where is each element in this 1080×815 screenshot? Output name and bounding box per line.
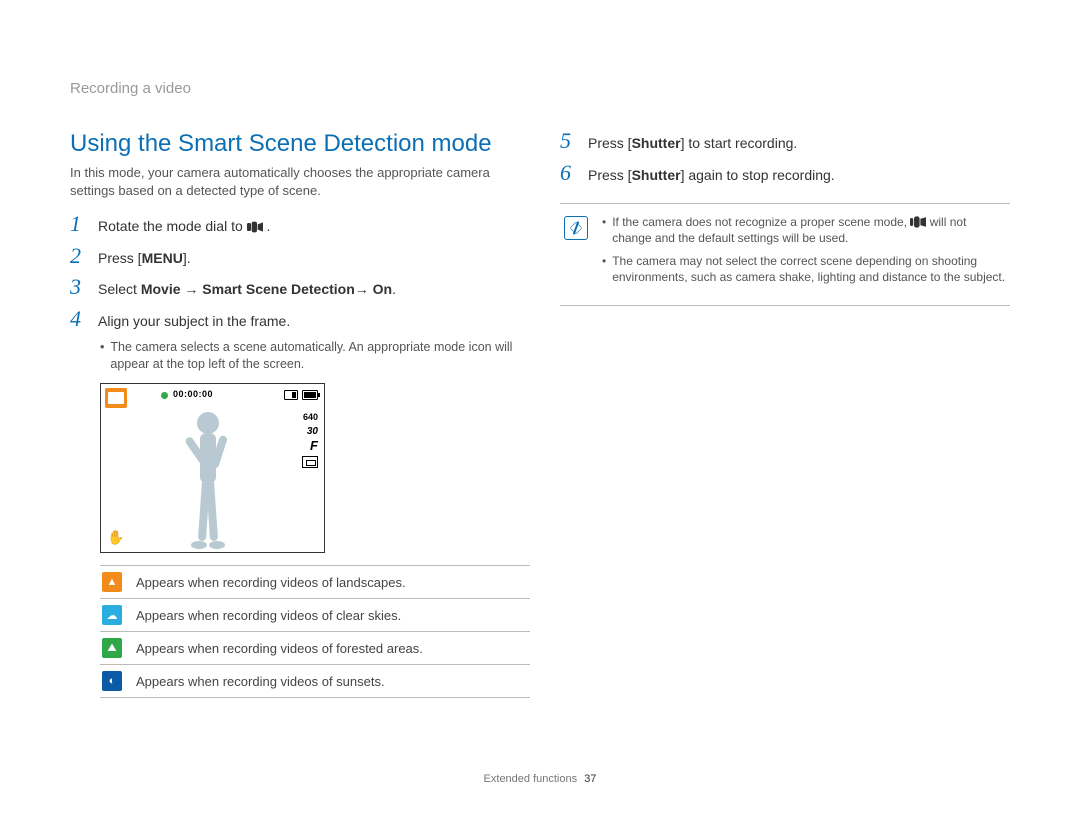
arrow-icon: → [355, 281, 373, 297]
landscape-scene-icon: ▲ [102, 572, 122, 592]
fps-label: 30 [307, 426, 318, 437]
page-footer: Extended functions 37 [0, 773, 1080, 785]
step-number: 3 [70, 276, 88, 298]
intro-paragraph: In this mode, your camera automatically … [70, 164, 520, 199]
menu-path-on: On [373, 281, 392, 297]
step-3-prefix: Select [98, 281, 141, 297]
battery-icon [302, 390, 318, 400]
step-text: Rotate the mode dial to . [98, 213, 270, 237]
step-text: Select Movie → Smart Scene Detection→ On… [98, 276, 396, 300]
note-item: If the camera does not recognize a prope… [602, 214, 1006, 246]
shutter-label: Shutter [632, 135, 681, 151]
note-icon-wrap [564, 214, 588, 291]
note-item: The camera may not select the correct sc… [602, 253, 1006, 285]
step-number: 4 [70, 308, 88, 330]
icon-glyph: ▲ [107, 576, 118, 588]
step-text: Align your subject in the frame. [98, 308, 290, 332]
scene-icon-table: ▲ Appears when recording videos of lands… [100, 565, 530, 698]
step-4-note-text: The camera selects a scene automatically… [110, 339, 520, 373]
menu-path-ssd: Smart Scene Detection [202, 281, 355, 297]
step-number: 2 [70, 245, 88, 267]
step-3-suffix: . [392, 281, 396, 297]
anti-shake-icon: ✋ [107, 529, 124, 546]
note-1-pre: If the camera does not recognize a prope… [612, 215, 910, 229]
step-1-post: . [267, 218, 271, 234]
step-5-pre: Press [ [588, 135, 632, 151]
info-note-box: If the camera does not recognize a prope… [560, 203, 1010, 306]
step-number: 5 [560, 130, 578, 152]
step-text: Press [Shutter] again to stop recording. [588, 162, 835, 186]
sunset-scene-icon: ◐ [102, 671, 122, 691]
step-2-pre: Press [ [98, 250, 142, 266]
f-label: F [310, 438, 318, 453]
shutter-label: Shutter [632, 167, 681, 183]
note-list: If the camera does not recognize a prope… [602, 214, 1006, 291]
step-5: 5 Press [Shutter] to start recording. [560, 130, 1010, 154]
recording-time: 00:00:00 [173, 389, 213, 399]
storage-icon [284, 390, 298, 400]
icon-glyph: ☁ [107, 609, 118, 622]
step-4-note: The camera selects a scene automatically… [100, 339, 520, 373]
step-6-post: ] again to stop recording. [681, 167, 835, 183]
step-2: 2 Press [MENU]. [70, 245, 520, 269]
resolution-label: 640 [303, 412, 318, 422]
page-number: 37 [584, 773, 596, 785]
smart-movie-icon [910, 216, 926, 228]
icon-glyph: ◐ [109, 675, 116, 687]
menu-path-movie: Movie [141, 281, 181, 297]
page-body: Using the Smart Scene Detection mode In … [0, 0, 1080, 738]
scene-description: Appears when recording videos of sunsets… [136, 674, 385, 689]
step-1: 1 Rotate the mode dial to . [70, 213, 520, 237]
table-row: ▲ Appears when recording videos of lands… [100, 566, 530, 599]
step-6: 6 Press [Shutter] again to stop recordin… [560, 162, 1010, 186]
table-row: ☁ Appears when recording videos of clear… [100, 599, 530, 632]
step-number: 1 [70, 213, 88, 235]
breadcrumb: Recording a video [70, 80, 191, 97]
step-text: Press [Shutter] to start recording. [588, 130, 797, 154]
step-4: 4 Align your subject in the frame. [70, 308, 520, 332]
sky-scene-icon: ☁ [102, 605, 122, 625]
footer-section: Extended functions [484, 773, 578, 785]
step-2-post: ]. [183, 250, 191, 266]
movie-mode-icon [247, 221, 263, 233]
record-indicator-icon [161, 392, 168, 399]
info-note-icon [564, 216, 588, 240]
icon-glyph: ⛰ [107, 642, 116, 655]
right-column: 5 Press [Shutter] to start recording. 6 … [560, 80, 1010, 698]
metering-icon [302, 456, 318, 468]
step-3: 3 Select Movie → Smart Scene Detection→ … [70, 276, 520, 300]
scene-description: Appears when recording videos of landsca… [136, 575, 406, 590]
steps-left: 1 Rotate the mode dial to . 2 Press [MEN… [70, 213, 520, 331]
table-row: ◐ Appears when recording videos of sunse… [100, 665, 530, 698]
step-number: 6 [560, 162, 578, 184]
camera-lcd-preview: 00:00:00 640 30 F ✋ [100, 383, 325, 553]
subject-silhouette [173, 405, 243, 550]
menu-label: MENU [142, 250, 183, 266]
steps-right: 5 Press [Shutter] to start recording. 6 … [560, 130, 1010, 185]
arrow-icon: → [181, 281, 203, 297]
scene-description: Appears when recording videos of foreste… [136, 641, 423, 656]
step-6-pre: Press [ [588, 167, 632, 183]
step-text: Press [MENU]. [98, 245, 191, 269]
section-title: Using the Smart Scene Detection mode [70, 130, 520, 158]
scene-description: Appears when recording videos of clear s… [136, 608, 401, 623]
table-row: ⛰ Appears when recording videos of fores… [100, 632, 530, 665]
smart-scene-mode-icon [105, 388, 127, 408]
note-2-text: The camera may not select the correct sc… [612, 253, 1006, 285]
step-5-post: ] to start recording. [681, 135, 798, 151]
step-1-pre: Rotate the mode dial to [98, 218, 247, 234]
left-column: Using the Smart Scene Detection mode In … [70, 80, 520, 698]
forest-scene-icon: ⛰ [102, 638, 122, 658]
